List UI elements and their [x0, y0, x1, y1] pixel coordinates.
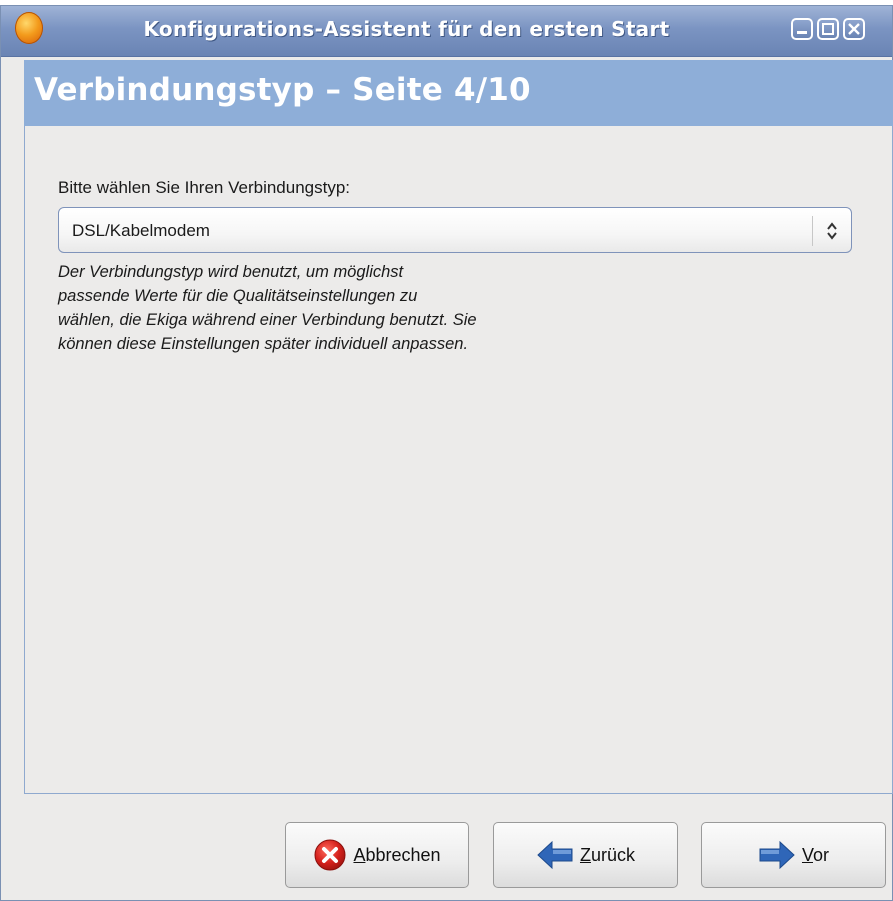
arrow-left-icon [537, 840, 573, 870]
red-x-circle-icon [314, 839, 346, 871]
arrow-right-icon [759, 840, 795, 870]
title-bar[interactable]: Konfigurations-Assistent für den ersten … [1, 6, 892, 57]
minimize-icon [797, 31, 807, 34]
next-button[interactable]: Vor [701, 822, 886, 888]
back-button[interactable]: Zurück [493, 822, 678, 888]
cancel-button[interactable]: Abbrechen [285, 822, 469, 888]
minimize-button[interactable] [791, 18, 813, 40]
page-title: Verbindungstyp – Seite 4/10 [34, 72, 531, 108]
connection-type-label: Bitte wählen Sie Ihren Verbindungstyp: [58, 178, 351, 197]
connection-type-value: DSL/Kabelmodem [72, 221, 210, 240]
wizard-content: Bitte wählen Sie Ihren Verbindungstyp: D… [24, 126, 893, 794]
description-line: können diese Einstellungen später indivi… [58, 335, 469, 353]
description-line: passende Werte für die Qualitätseinstell… [58, 287, 418, 305]
maximize-button[interactable] [817, 18, 839, 40]
window-title: Konfigurations-Assistent für den ersten … [143, 17, 670, 41]
close-icon [848, 23, 860, 35]
ekiga-app-icon[interactable] [15, 12, 43, 44]
description-line: Der Verbindungstyp wird benutzt, um mögl… [58, 263, 404, 281]
updown-chevron-icon [827, 222, 837, 240]
maximize-icon [822, 23, 834, 35]
connection-type-select[interactable]: DSL/Kabelmodem [58, 207, 852, 253]
back-label: Zurück [579, 844, 635, 865]
page-header: Verbindungstyp – Seite 4/10 [24, 60, 893, 126]
connection-type-description: Der Verbindungstyp wird benutzt, um mögl… [58, 260, 598, 356]
wizard-window: Konfigurations-Assistent für den ersten … [0, 5, 893, 901]
combo-separator [812, 216, 813, 246]
cancel-label: Abbrechen [353, 844, 441, 865]
next-label: Vor [801, 844, 830, 865]
close-button[interactable] [843, 18, 865, 40]
description-line: wählen, die Ekiga während einer Verbindu… [58, 311, 477, 329]
